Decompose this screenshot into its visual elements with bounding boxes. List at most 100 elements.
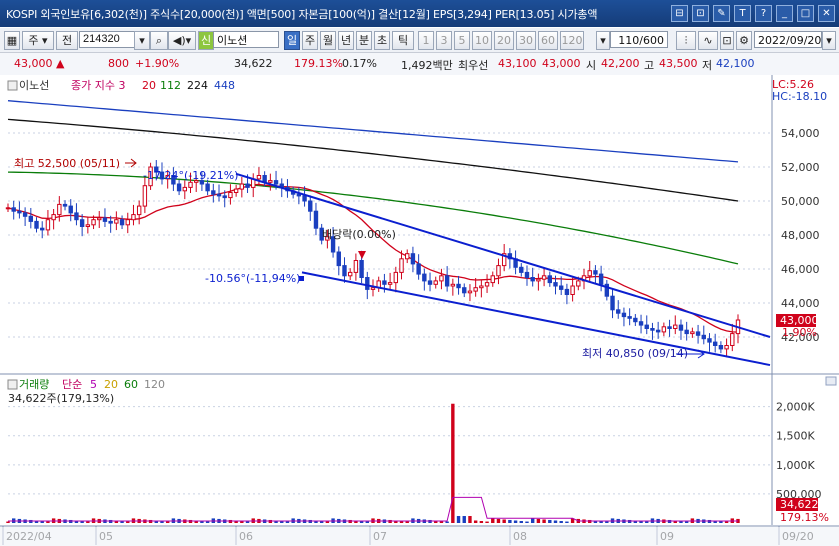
- volume-bar: [245, 521, 250, 523]
- candle-body: [387, 282, 393, 285]
- period-tab-month[interactable]: 월: [320, 31, 336, 50]
- volume-bar: [365, 521, 369, 523]
- grid-icon[interactable]: ▦: [4, 31, 20, 50]
- volume-bar: [553, 520, 558, 523]
- candle-style-icon[interactable]: ⫶: [676, 31, 696, 50]
- interval-10[interactable]: 10: [472, 31, 492, 50]
- interval-1[interactable]: 1: [418, 31, 434, 50]
- candle-body: [410, 253, 416, 265]
- candle-body: [102, 217, 108, 222]
- high-annotation: 최고 52,500 (05/11): [14, 157, 120, 170]
- candle-body: [34, 220, 39, 229]
- data-count-field[interactable]: 110/600: [610, 31, 668, 48]
- interval-dropdown-icon[interactable]: ▾: [596, 31, 610, 50]
- minimize-icon[interactable]: _: [776, 5, 793, 22]
- maximize-icon[interactable]: □: [797, 5, 814, 22]
- stock-chart[interactable]: 42,00044,00046,00048,00050,00052,00054,0…: [0, 75, 839, 546]
- volume-bar: [548, 519, 552, 523]
- volume-tick-label: 1,500K: [776, 430, 815, 443]
- candle-body: [79, 219, 85, 227]
- legend-ma224: 224: [187, 79, 208, 92]
- legend-stock-name: 이노선: [19, 79, 49, 92]
- chevron-down-icon[interactable]: ▾: [134, 31, 150, 50]
- text-icon[interactable]: T: [734, 5, 751, 22]
- price-tick-label: 52,000: [781, 161, 820, 174]
- best-bid-price: 43,000: [542, 57, 581, 70]
- candle-body: [365, 277, 370, 290]
- candle-body: [125, 219, 130, 226]
- candle-body: [433, 280, 438, 285]
- volume-bar: [565, 521, 569, 523]
- volume-value: 34,622: [234, 57, 273, 70]
- pin-icon[interactable]: ✎: [713, 5, 730, 22]
- candle-body: [308, 200, 313, 212]
- period-tab-year[interactable]: 년: [338, 31, 354, 50]
- candle-body: [450, 283, 456, 287]
- stock-code-input[interactable]: [79, 31, 135, 48]
- candle-body: [5, 207, 11, 210]
- volume-bar: [605, 521, 609, 523]
- candle-body: [690, 331, 695, 335]
- candle-body: [17, 210, 22, 214]
- trendline2-anchor[interactable]: [299, 276, 304, 281]
- volume-ma20: 20: [104, 378, 118, 391]
- candle-body: [233, 188, 239, 193]
- candle-body: [296, 193, 302, 197]
- low-annotation: 최저 40,850 (09/14): [582, 347, 688, 360]
- search-icon[interactable]: ⌕: [150, 31, 168, 50]
- candle-body: [382, 280, 387, 285]
- help-icon[interactable]: ?: [755, 5, 772, 22]
- legend-ma448: 448: [214, 79, 235, 92]
- period-tab-tick[interactable]: 틱: [392, 31, 414, 50]
- close-icon[interactable]: ✕: [818, 5, 835, 22]
- volume-ma120: 120: [144, 378, 165, 391]
- candle-body: [28, 215, 34, 222]
- candle-body: [176, 183, 182, 192]
- volume-bar: [502, 519, 506, 523]
- legend-ma20: 20: [142, 79, 156, 92]
- market-type-select[interactable]: 주 ▾: [22, 31, 54, 50]
- candle-body: [479, 285, 484, 289]
- candle-body: [484, 282, 490, 287]
- legend-settings-icon[interactable]: [7, 80, 18, 91]
- candle-body: [74, 212, 79, 221]
- volume-bar: [6, 521, 10, 523]
- interval-120[interactable]: 120: [560, 31, 584, 50]
- interval-3[interactable]: 3: [436, 31, 452, 50]
- period-tab-day[interactable]: 일: [284, 31, 300, 50]
- candle-body: [62, 203, 68, 207]
- panel-collapse-icon[interactable]: [825, 376, 837, 386]
- period-tab-second[interactable]: 초: [374, 31, 390, 50]
- volume-bar: [405, 521, 409, 523]
- date-input[interactable]: 2022/09/20: [754, 31, 822, 48]
- low-price: 42,100: [716, 57, 755, 70]
- open-price: 42,200: [601, 57, 640, 70]
- volume-bar: [205, 521, 210, 523]
- price-change-pct: +1.90%: [135, 57, 180, 70]
- interval-30[interactable]: 30: [516, 31, 536, 50]
- period-tab-minute[interactable]: 분: [356, 31, 372, 50]
- price-value: 43,000: [14, 57, 53, 70]
- candle-body: [724, 345, 729, 350]
- volume-bar: [485, 521, 489, 523]
- period-tab-week[interactable]: 주: [302, 31, 318, 50]
- sound-icon[interactable]: ◀)▾: [168, 31, 196, 50]
- prev-button[interactable]: 전: [56, 31, 78, 50]
- candle-body: [678, 324, 684, 331]
- volume-legend-settings-icon[interactable]: [7, 379, 18, 390]
- interval-60[interactable]: 60: [538, 31, 558, 50]
- line-tool-icon[interactable]: ∿: [698, 31, 718, 50]
- candle-body: [131, 214, 136, 221]
- restore-panel-icon[interactable]: ⊡: [692, 5, 709, 22]
- minimize-panel-icon[interactable]: ⊟: [671, 5, 688, 22]
- date-picker-icon[interactable]: ▾: [822, 31, 836, 50]
- candle-body: [661, 326, 667, 333]
- interval-20[interactable]: 20: [494, 31, 514, 50]
- time-scrollbar[interactable]: [0, 527, 839, 546]
- quote-bar: 43,000 ▲ 800 +1.90% 34,622 179.13% 0.17%…: [0, 53, 839, 127]
- main-toolbar: ▦ 주 ▾ 전 ▾ ⌕ ◀)▾ 신 이노션 일 주 월 년 분 초 틱 1 3 …: [0, 28, 839, 53]
- interval-5[interactable]: 5: [454, 31, 470, 50]
- overlay-icon[interactable]: ⊡: [720, 31, 734, 50]
- volume-bar: [536, 518, 541, 523]
- settings-gear-icon[interactable]: ⚙: [736, 31, 752, 50]
